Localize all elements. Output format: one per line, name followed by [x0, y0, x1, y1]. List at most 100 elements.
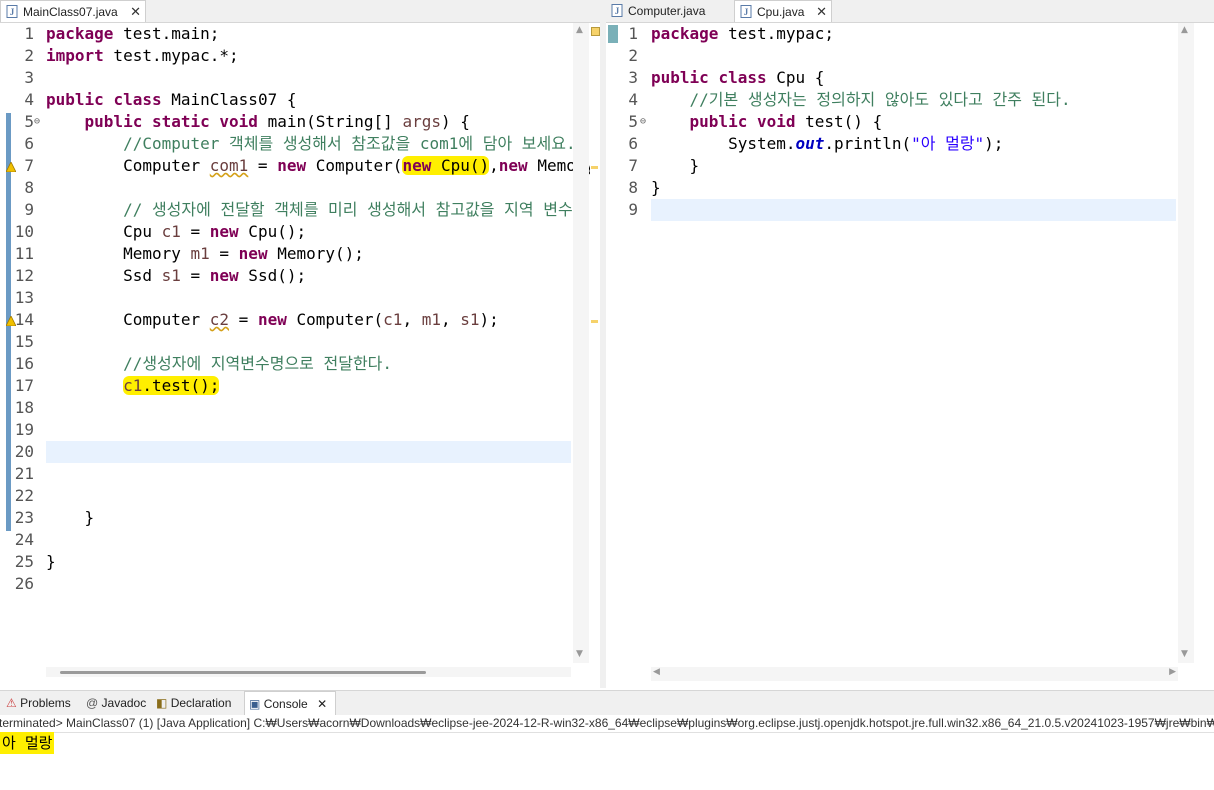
horizontal-scrollbar[interactable]: ◀ ▶ [651, 667, 1178, 681]
scroll-left-arrow[interactable]: ◀ [653, 667, 660, 677]
line-number: 19 [14, 420, 34, 439]
line-number: 1 [628, 24, 638, 43]
overview-ruler [590, 23, 600, 663]
code-text: package test.main; [46, 24, 220, 43]
code-text: package test.mypac; [651, 24, 835, 43]
code-line[interactable]: 12 Ssd s1 = new Ssd(); [0, 265, 600, 287]
code-line[interactable]: 4 //기본 생성자는 정의하지 않아도 있다고 간주 된다. [606, 89, 1214, 111]
close-icon[interactable]: ✕ [317, 697, 327, 711]
line-number: 1 [24, 24, 34, 43]
right-code-editor[interactable]: 1 package test.mypac; 2 3 public class Cpu {… [606, 23, 1214, 685]
line-number: 8 [628, 178, 638, 197]
code-line[interactable]: 3 public class Cpu { [606, 67, 1214, 89]
code-line[interactable]: 8 [0, 177, 600, 199]
code-line[interactable]: 5 ⊖ public void test() { [606, 111, 1214, 133]
code-line[interactable]: 17 c1.test(); [0, 375, 600, 397]
scroll-down-arrow[interactable]: ▼ [576, 649, 583, 659]
code-line[interactable]: 23 } [0, 507, 600, 529]
code-line[interactable]: 1 package test.main; [0, 23, 600, 45]
code-line[interactable]: 9 [606, 199, 1214, 221]
code-line[interactable]: 24 [0, 529, 600, 551]
console-icon: ▣ [249, 697, 261, 711]
line-number: 6 [24, 134, 34, 153]
code-line[interactable]: 2 [606, 45, 1214, 67]
tab-label: Console [263, 697, 308, 711]
line-number: 25 [14, 552, 34, 571]
tab-declaration[interactable]: ◧ Declaration [156, 691, 240, 715]
tab-javadoc[interactable]: @ Javadoc [86, 691, 150, 715]
code-line[interactable]: 3 [0, 67, 600, 89]
code-line[interactable]: 8} [606, 177, 1214, 199]
code-line[interactable]: 11 Memory m1 = new Memory(); [0, 243, 600, 265]
code-text: //Computer 객체를 생성해서 참조값을 com1에 담아 보세요. [123, 134, 576, 153]
horizontal-scroll-thumb[interactable] [60, 671, 426, 674]
line-number: 2 [628, 46, 638, 65]
code-line[interactable]: 25} [0, 551, 600, 573]
left-editor-tabbar: J MainClass07.java ✕ [0, 0, 600, 23]
code-line[interactable]: 6 System.out.println("아 멀랑"); [606, 133, 1214, 155]
code-line[interactable]: 7 } [606, 155, 1214, 177]
tab-computer[interactable]: J Computer.java [606, 0, 732, 22]
horizontal-scrollbar[interactable] [46, 667, 571, 677]
code-line[interactable]: 15 [0, 331, 600, 353]
tab-console[interactable]: ▣ Console ✕ [244, 691, 336, 715]
code-line[interactable]: 2 import test.mypac.*; [0, 45, 600, 67]
code-text: Computer com1 = new Computer(new Cpu(),n… [46, 156, 600, 175]
code-line[interactable]: 7 Computer com1 = new Computer(new Cpu()… [0, 155, 600, 177]
code-line[interactable]: 13 [0, 287, 600, 309]
warning-icon [6, 316, 16, 326]
scroll-right-arrow[interactable]: ▶ [1169, 667, 1176, 677]
tab-label: Computer.java [628, 4, 706, 18]
code-line[interactable]: 22 [0, 485, 600, 507]
line-number: 4 [24, 90, 34, 109]
scroll-up-arrow[interactable]: ▲ [576, 25, 583, 35]
tab-cpu[interactable]: J Cpu.java ✕ [734, 0, 832, 22]
line-number: 13 [14, 288, 34, 307]
code-line[interactable]: 6 //Computer 객체를 생성해서 참조값을 com1에 담아 보세요. [0, 133, 600, 155]
line-number: 8 [24, 178, 34, 197]
code-line[interactable]: 9 // 생성자에 전달할 객체를 미리 생성해서 참고값을 지역 변수에 담는… [0, 199, 600, 221]
code-text: public void test() { [689, 112, 883, 131]
console-status-line: <terminated> MainClass07 (1) [Java Appli… [0, 714, 1214, 733]
vertical-scrollbar[interactable]: ▲ ▼ [1178, 23, 1194, 663]
left-code-editor[interactable]: 1 package test.main; 2 import test.mypac.*;… [0, 23, 600, 678]
code-text: public class MainClass07 { [46, 90, 297, 109]
code-line[interactable]: 16 //생성자에 지역변수명으로 전달한다. [0, 353, 600, 375]
code-line[interactable]: 20 [0, 441, 600, 463]
line-number: 6 [628, 134, 638, 153]
vertical-scrollbar[interactable]: ▲ ▼ [573, 23, 589, 663]
svg-text:J: J [615, 6, 620, 16]
close-icon[interactable]: ✕ [130, 1, 141, 23]
code-line[interactable]: 5 ⊖ public static void main(String[] args… [0, 111, 600, 133]
line-number: 24 [14, 530, 34, 549]
code-line[interactable]: 1 package test.mypac; [606, 23, 1214, 45]
code-line[interactable]: 18 [0, 397, 600, 419]
scroll-down-arrow[interactable]: ▼ [1181, 649, 1188, 659]
code-line[interactable]: 19 [0, 419, 600, 441]
code-text: } [651, 178, 661, 197]
line-number: 20 [14, 442, 34, 461]
code-line[interactable]: 10 Cpu c1 = new Cpu(); [0, 221, 600, 243]
line-number: 5 [628, 112, 638, 131]
code-line[interactable]: 26 [0, 573, 600, 595]
line-number: 16 [14, 354, 34, 373]
code-line[interactable]: 21 [0, 463, 600, 485]
code-text: } [46, 508, 95, 527]
fold-toggle-icon[interactable]: ⊖ [34, 111, 40, 133]
line-number: 10 [14, 222, 34, 241]
code-line[interactable]: 4 public class MainClass07 { [0, 89, 600, 111]
tab-label: Problems [20, 696, 71, 710]
tab-label: Cpu.java [757, 5, 805, 19]
scroll-up-arrow[interactable]: ▲ [1181, 25, 1188, 35]
java-file-icon: J [740, 5, 752, 18]
tab-mainclass07[interactable]: J MainClass07.java ✕ [0, 0, 146, 22]
code-text: c1.test(); [46, 375, 220, 397]
code-line[interactable]: 14 Computer c2 = new Computer(c1, m1, s1… [0, 309, 600, 331]
text-highlight: c1.test(); [123, 376, 220, 395]
overview-marker [591, 320, 598, 323]
line-number: 2 [24, 46, 34, 65]
code-text: public static void main(String[] args) { [84, 112, 470, 131]
tab-problems[interactable]: ⚠ Problems [6, 691, 80, 715]
close-icon[interactable]: ✕ [816, 1, 827, 23]
fold-toggle-icon[interactable]: ⊖ [640, 111, 646, 133]
